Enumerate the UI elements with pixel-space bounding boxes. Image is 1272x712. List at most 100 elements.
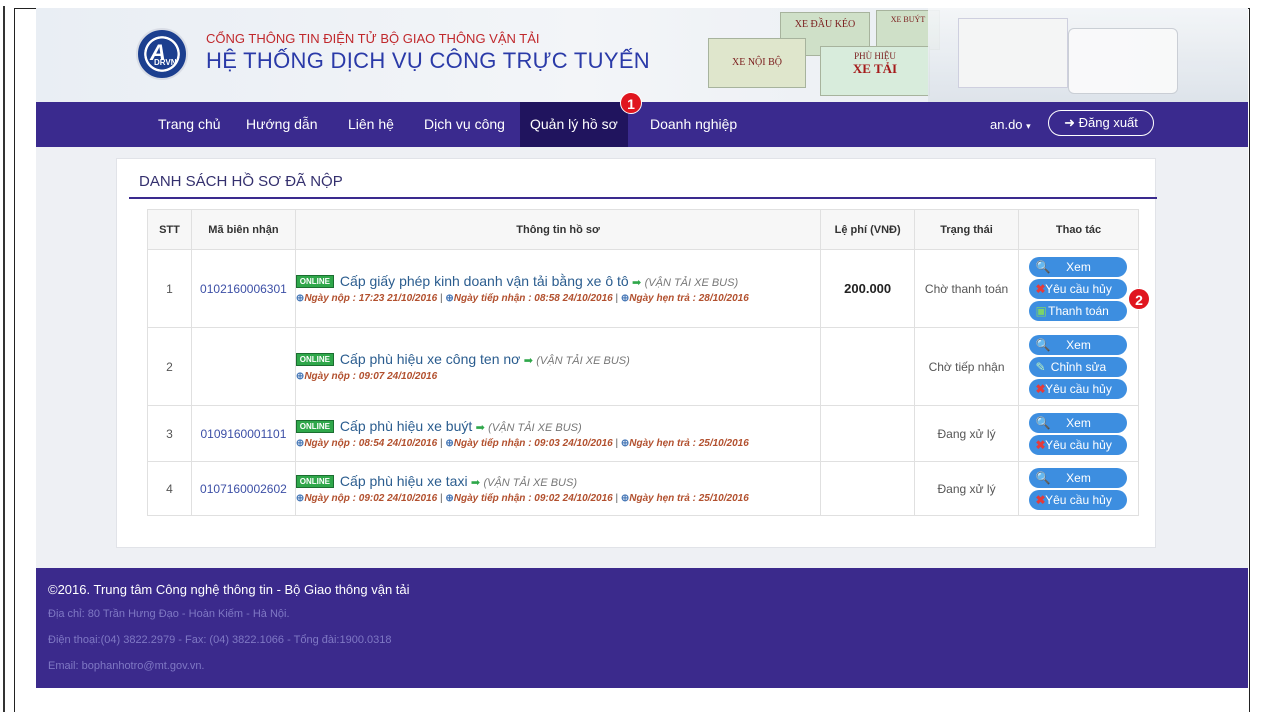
search-icon: 🔍 bbox=[1035, 415, 1051, 430]
service-name-link[interactable]: Cấp phù hiệu xe buýt bbox=[340, 418, 472, 434]
service-type: (VẬN TẢI XE BUS) bbox=[644, 277, 739, 289]
link-icon: ⊕ bbox=[445, 493, 454, 504]
service-name-link[interactable]: Cấp phù hiệu xe taxi bbox=[340, 473, 468, 489]
search-icon: 🔍 bbox=[1035, 470, 1051, 485]
row-actions: 🔍 Xem ✖ Yêu cầu hủy bbox=[1017, 405, 1140, 462]
nav-lien-he[interactable]: Liên hệ bbox=[338, 102, 404, 147]
pay-button[interactable]: ▣ Thanh toán bbox=[1029, 300, 1128, 321]
row-status: Chờ tiếp nhận bbox=[914, 327, 1019, 406]
service-type: (VẬN TẢI XE BUS) bbox=[536, 355, 630, 367]
search-icon: 🔍 bbox=[1035, 259, 1051, 274]
drvn-logo[interactable]: A DRVN bbox=[136, 28, 188, 80]
service-name-link[interactable]: Cấp giấy phép kinh doanh vận tải bằng xe… bbox=[340, 273, 629, 289]
row-stt: 4 bbox=[147, 461, 192, 516]
link-icon: ⊕ bbox=[445, 438, 454, 449]
user-menu[interactable]: an.do ▾ bbox=[990, 102, 1031, 147]
view-button[interactable]: 🔍 Xem bbox=[1029, 256, 1128, 277]
banner-card-phu-hieu-xe-tai: PHÙ HIỆU XE TẢI bbox=[820, 46, 930, 96]
service-name-link[interactable]: Cấp phù hiệu xe công ten nơ bbox=[340, 351, 520, 367]
row-actions: 🔍 Xem ✖ Yêu cầu hủy ▣ Thanh toán bbox=[1017, 249, 1140, 328]
date-submitted: Ngày nộp : 09:07 24/10/2016 bbox=[304, 371, 438, 382]
search-icon: 🔍 bbox=[1035, 337, 1051, 352]
date-received: Ngày tiếp nhận : 09:02 24/10/2016 bbox=[453, 493, 613, 504]
cancel-request-button[interactable]: ✖ Yêu cầu hủy bbox=[1029, 434, 1128, 455]
online-icon: ONLINE bbox=[295, 353, 334, 366]
row-fee bbox=[820, 327, 916, 406]
row-info: ONLINE Cấp phù hiệu xe taxi ➡ (VẬN TẢI XE… bbox=[294, 461, 822, 516]
col-thao-tac: Thao tác bbox=[1017, 209, 1140, 250]
annotation-badge-2: 2 bbox=[1128, 288, 1150, 310]
annotation-badge-1: 1 bbox=[620, 92, 642, 114]
service-type: (VẬN TẢI XE BUS) bbox=[483, 477, 577, 489]
close-icon: ✖ bbox=[1035, 492, 1046, 507]
payment-icon: ▣ bbox=[1035, 303, 1047, 318]
table-row: 3 0109160001101 ONLINE Cấp phù hiệu xe bu… bbox=[147, 405, 1140, 462]
row-fee bbox=[820, 461, 916, 516]
site: A DRVN CỔNG THÔNG TIN ĐIỆN TỬ BỘ GIAO THÔ… bbox=[36, 8, 1248, 688]
col-le-phi: Lệ phí (VNĐ) bbox=[820, 209, 916, 250]
site-header: A DRVN CỔNG THÔNG TIN ĐIỆN TỬ BỘ GIAO THÔ… bbox=[36, 8, 1248, 102]
cancel-request-button[interactable]: ✖ Yêu cầu hủy bbox=[1029, 378, 1128, 399]
nav-doanh-nghiep[interactable]: Doanh nghiệp bbox=[640, 102, 747, 147]
col-trang-thai: Trạng thái bbox=[914, 209, 1019, 250]
cancel-request-button[interactable]: ✖ Yêu cầu hủy bbox=[1029, 489, 1128, 510]
table-header-row: STT Mã biên nhận Thông tin hồ sơ Lệ phí … bbox=[147, 209, 1140, 250]
nav-huong-dan[interactable]: Hướng dẫn bbox=[236, 102, 327, 147]
date-due: Ngày hẹn trả : 25/10/2016 bbox=[629, 438, 749, 449]
footer-phone: Điện thoại:(04) 3822.2979 - Fax: (04) 38… bbox=[48, 634, 392, 646]
cancel-request-button[interactable]: ✖ Yêu cầu hủy bbox=[1029, 278, 1128, 299]
edit-button[interactable]: ✎ Chỉnh sửa bbox=[1029, 356, 1128, 377]
arrow-right-icon: ➡ bbox=[632, 277, 642, 289]
logout-button[interactable]: ➜ Đăng xuất bbox=[1048, 110, 1154, 136]
table-row: 2 ONLINE Cấp phù hiệu xe công ten nơ ➡ (V… bbox=[147, 327, 1140, 406]
row-fee bbox=[820, 405, 916, 462]
view-button[interactable]: 🔍 Xem bbox=[1029, 412, 1128, 433]
site-footer: ©2016. Trung tâm Công nghệ thông tin - B… bbox=[36, 568, 1248, 688]
view-button[interactable]: 🔍 Xem bbox=[1029, 334, 1128, 355]
table-row: 1 0102160006301 ONLINE Cấp giấy phép kinh… bbox=[147, 249, 1140, 328]
table-row: 4 0107160002602 ONLINE Cấp phù hiệu xe ta… bbox=[147, 461, 1140, 516]
close-icon: ✖ bbox=[1035, 381, 1046, 396]
online-icon: ONLINE bbox=[295, 275, 334, 288]
main-nav: Trang chủ Hướng dẫn Liên hệ Dịch vụ công… bbox=[36, 102, 1248, 147]
link-icon: ⊕ bbox=[620, 438, 630, 449]
view-button[interactable]: 🔍 Xem bbox=[1029, 467, 1128, 488]
online-icon: ONLINE bbox=[295, 420, 334, 433]
row-info: ONLINE Cấp phù hiệu xe công ten nơ ➡ (VẬN… bbox=[294, 327, 822, 406]
row-code[interactable]: 0102160006301 bbox=[190, 249, 296, 328]
footer-copyright: ©2016. Trung tâm Công nghệ thông tin - B… bbox=[48, 582, 410, 597]
panel-title: DANH SÁCH HỒ SƠ ĐÃ NỘP bbox=[139, 173, 343, 190]
arrow-right-icon: ➡ bbox=[475, 422, 485, 434]
close-icon: ✖ bbox=[1035, 437, 1046, 452]
row-code[interactable] bbox=[190, 327, 296, 406]
caret-down-icon: ▾ bbox=[1026, 121, 1031, 131]
footer-email[interactable]: Email: bophanhotro@mt.gov.vn. bbox=[48, 660, 205, 672]
row-stt: 1 bbox=[147, 249, 192, 328]
col-ma-bien-nhan: Mã biên nhận bbox=[190, 209, 296, 250]
arrow-right-icon: ➡ bbox=[470, 477, 481, 489]
link-icon: ⊕ bbox=[620, 493, 630, 504]
row-status: Đang xử lý bbox=[914, 461, 1019, 516]
date-received: Ngày tiếp nhận : 08:58 24/10/2016 bbox=[453, 293, 613, 304]
col-thong-tin-ho-so: Thông tin hồ sơ bbox=[294, 209, 822, 250]
footer-address: Địa chỉ: 80 Trần Hưng Đạo - Hoàn Kiếm - … bbox=[48, 608, 290, 620]
row-stt: 3 bbox=[147, 405, 192, 462]
nav-dich-vu-cong[interactable]: Dịch vụ công bbox=[414, 102, 515, 147]
row-actions: 🔍 Xem ✎ Chỉnh sửa ✖ Yêu cầu hủy bbox=[1017, 327, 1140, 406]
date-submitted: Ngày nộp : 08:54 24/10/2016 bbox=[304, 438, 438, 449]
row-code[interactable]: 0107160002602 bbox=[190, 461, 296, 516]
vehicles-banner-image bbox=[928, 8, 1248, 102]
portal-subtitle: CỔNG THÔNG TIN ĐIỆN TỬ BỘ GIAO THÔNG VẬN… bbox=[206, 31, 540, 46]
link-icon: ⊕ bbox=[445, 293, 454, 304]
service-type: (VẬN TẢI XE BUS) bbox=[488, 422, 582, 434]
panel-divider bbox=[129, 197, 1157, 199]
nav-quan-ly-ho-so[interactable]: Quản lý hồ sơ bbox=[520, 102, 628, 147]
edit-icon: ✎ bbox=[1035, 359, 1046, 374]
date-submitted: Ngày nộp : 17:23 21/10/2016 bbox=[304, 293, 438, 304]
row-info: ONLINE Cấp phù hiệu xe buýt ➡ (VẬN TẢI XE… bbox=[294, 405, 822, 462]
row-code[interactable]: 0109160001101 bbox=[190, 405, 296, 462]
nav-trang-chu[interactable]: Trang chủ bbox=[148, 102, 231, 147]
row-status: Đang xử lý bbox=[914, 405, 1019, 462]
link-icon: ⊕ bbox=[620, 293, 630, 304]
logout-icon: ➜ bbox=[1064, 115, 1075, 130]
